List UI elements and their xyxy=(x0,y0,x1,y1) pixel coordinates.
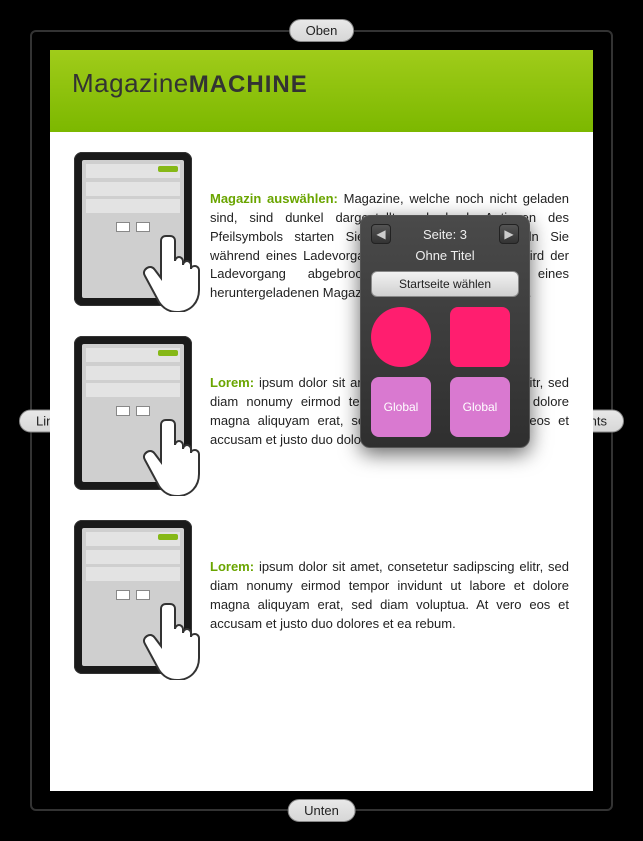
next-page-button[interactable]: ▶ xyxy=(499,224,519,244)
swatch-global[interactable]: Global xyxy=(450,377,510,437)
tablet-thumbnail xyxy=(74,520,192,674)
nav-bottom-button[interactable]: Unten xyxy=(287,799,356,822)
tablet-thumbnail xyxy=(74,336,192,490)
chevron-left-icon: ◀ xyxy=(376,227,385,241)
brand-bold: MACHINE xyxy=(189,71,308,98)
hand-icon xyxy=(136,232,210,312)
page-picker-popup: ◀ Seite: 3 ▶ Ohne Titel Startseite wähle… xyxy=(360,215,530,448)
popup-page-label: Seite: 3 xyxy=(423,227,467,242)
popup-subtitle: Ohne Titel xyxy=(371,248,519,263)
prev-page-button[interactable]: ◀ xyxy=(371,224,391,244)
brand-thin: Magazine xyxy=(72,68,189,98)
swipe-arrows-icon xyxy=(116,222,150,232)
help-item-label: Lorem: xyxy=(210,559,254,574)
swatch-global[interactable]: Global xyxy=(371,377,431,437)
hand-icon xyxy=(136,600,210,680)
hand-icon xyxy=(136,416,210,496)
swipe-arrows-icon xyxy=(116,590,150,600)
swatch-square[interactable] xyxy=(450,307,510,367)
chevron-right-icon: ▶ xyxy=(504,227,513,241)
set-homepage-button[interactable]: Startseite wählen xyxy=(371,271,519,297)
page-header: MagazineMACHINE xyxy=(50,50,593,132)
help-item: Lorem: ipsum dolor sit amet, consetetur … xyxy=(74,520,569,674)
swipe-arrows-icon xyxy=(116,406,150,416)
help-item-text: Lorem: ipsum dolor sit amet, consetetur … xyxy=(210,520,569,633)
popup-header: ◀ Seite: 3 ▶ xyxy=(371,224,519,244)
help-item-label: Lorem: xyxy=(210,375,254,390)
popup-grid: Global Global xyxy=(371,307,519,437)
tablet-thumbnail xyxy=(74,152,192,306)
nav-top-button[interactable]: Oben xyxy=(289,19,355,42)
help-item-body: ipsum dolor sit amet, consetetur sadipsc… xyxy=(210,559,569,631)
help-item-label: Magazin auswählen: xyxy=(210,191,338,206)
swatch-circle[interactable] xyxy=(371,307,431,367)
